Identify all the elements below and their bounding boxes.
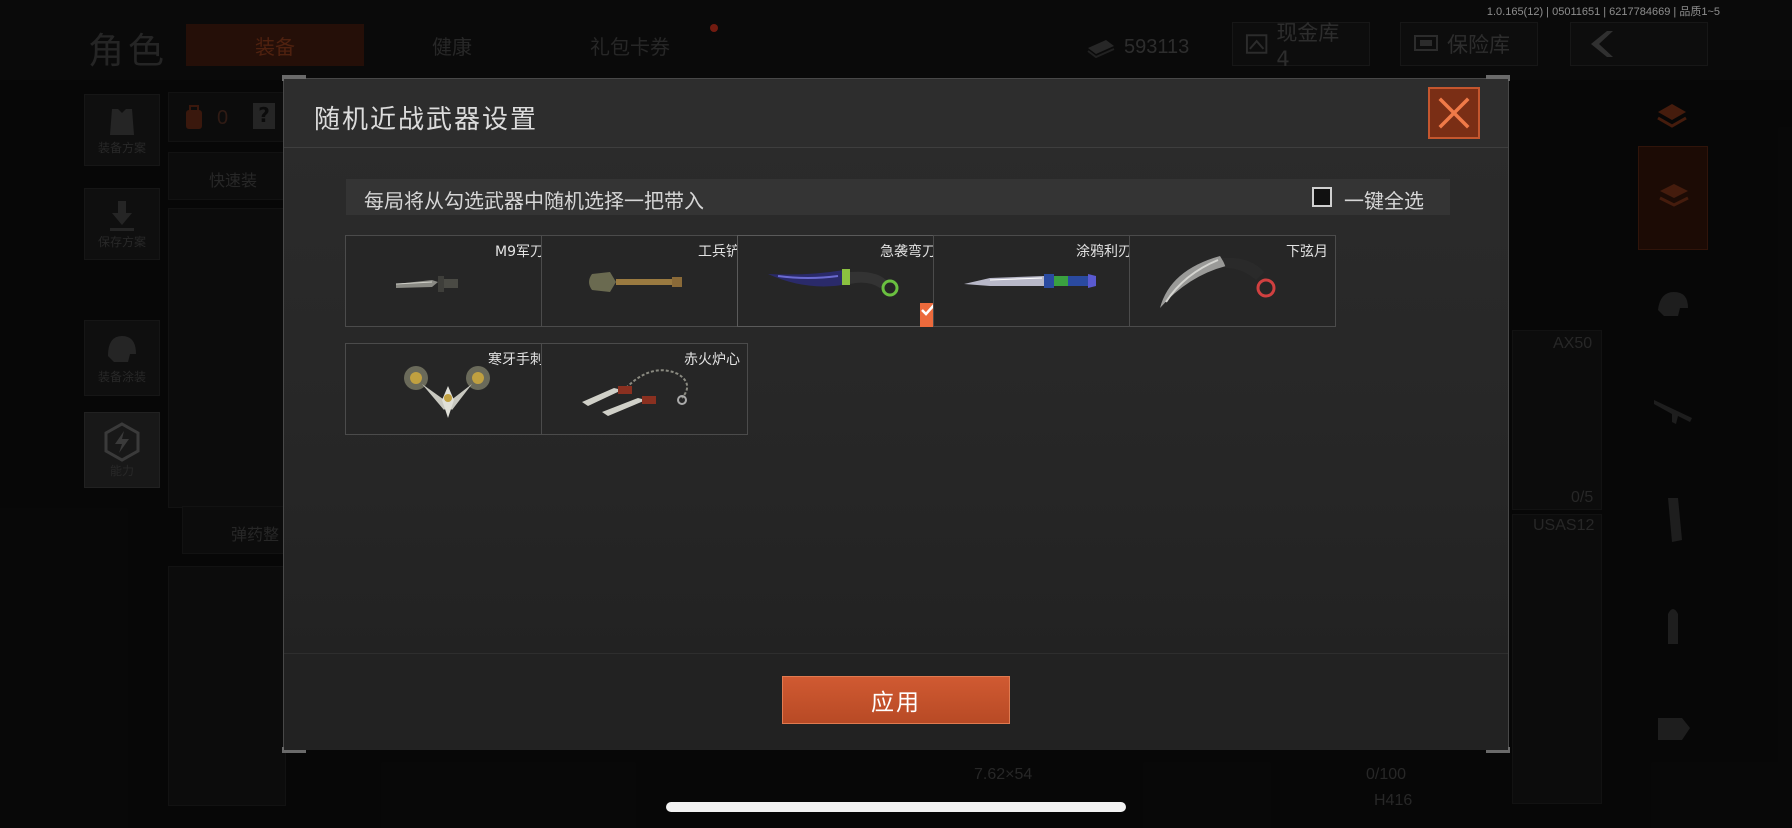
weapon-name: 涂鸦利刃 bbox=[1076, 244, 1132, 260]
weapon-name: M9军刀 bbox=[495, 244, 544, 260]
random-melee-settings-dialog: 随机近战武器设置 每局将从勾选武器中随机选择一把带入 一键全选 M9军刀 工兵铲 bbox=[282, 75, 1510, 753]
close-icon bbox=[1438, 97, 1470, 129]
instruction-text: 每局将从勾选武器中随机选择一把带入 bbox=[364, 189, 704, 213]
weapon-card-push-dagger[interactable]: 寒牙手刺 bbox=[345, 343, 552, 435]
weapon-name: 下弦月 bbox=[1286, 244, 1328, 260]
weapon-name: 赤火炉心 bbox=[684, 352, 740, 368]
weapon-name: 寒牙手刺 bbox=[488, 352, 544, 368]
close-button[interactable] bbox=[1428, 87, 1480, 139]
weapon-card-curved-knife[interactable]: 急袭弯刀 bbox=[737, 235, 944, 327]
dialog-footer: 应用 bbox=[284, 653, 1508, 750]
select-all-label[interactable]: 一键全选 bbox=[1344, 185, 1424, 214]
weapon-name: 急袭弯刀 bbox=[880, 244, 936, 260]
info-bar: 每局将从勾选武器中随机选择一把带入 一键全选 bbox=[346, 179, 1450, 215]
weapon-card-graffiti-blade[interactable]: 涂鸦利刃 bbox=[933, 235, 1140, 327]
weapon-card-shovel[interactable]: 工兵铲 bbox=[541, 235, 748, 327]
dialog-title: 随机近战武器设置 bbox=[314, 105, 539, 135]
select-all-checkbox[interactable] bbox=[1312, 187, 1332, 207]
weapon-card-karambit[interactable]: 下弦月 bbox=[1129, 235, 1336, 327]
dialog-header: 随机近战武器设置 bbox=[284, 79, 1508, 148]
apply-button[interactable]: 应用 bbox=[782, 676, 1010, 724]
weapon-name: 工兵铲 bbox=[698, 244, 740, 260]
weapon-card-chain-daggers[interactable]: 赤火炉心 bbox=[541, 343, 748, 435]
weapon-card-m9-bayonet[interactable]: M9军刀 bbox=[345, 235, 552, 327]
home-indicator[interactable] bbox=[666, 802, 1126, 812]
